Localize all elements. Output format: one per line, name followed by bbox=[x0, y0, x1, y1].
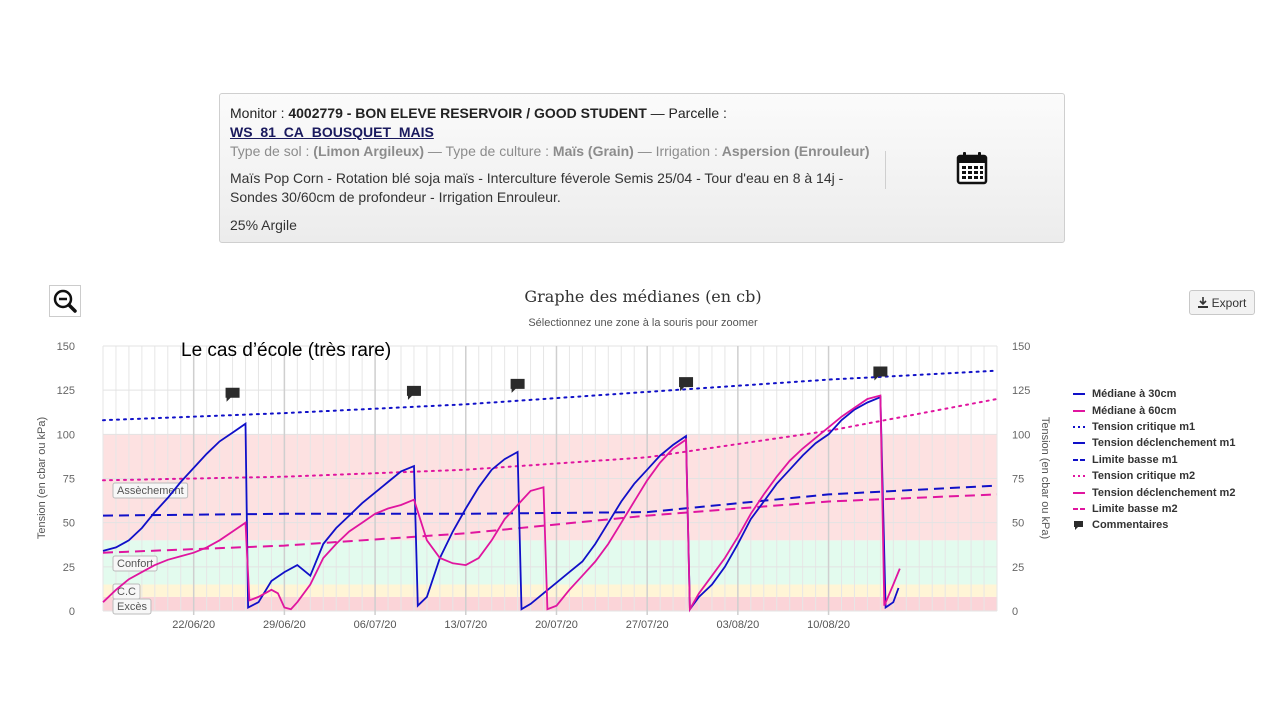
legend-item-5[interactable]: Tension critique m2 bbox=[1072, 468, 1235, 484]
legend-symbol-icon bbox=[1073, 409, 1085, 412]
y-tick-label-left: 100 bbox=[57, 429, 75, 441]
legend-item-8[interactable]: Commentaires bbox=[1072, 517, 1235, 533]
y-tick-label-right: 100 bbox=[1012, 429, 1030, 441]
legend-symbol-icon bbox=[1073, 425, 1085, 428]
y-tick-label-right: 150 bbox=[1012, 341, 1030, 353]
legend-symbol-icon bbox=[1073, 475, 1085, 478]
y-tick-label-left: 25 bbox=[63, 562, 75, 574]
x-tick-label: 10/08/20 bbox=[807, 619, 850, 631]
y-axis-title-left: Tension (en cbar ou kPa) bbox=[36, 417, 48, 539]
y-tick-label-left: 150 bbox=[57, 341, 75, 353]
y-tick-label-left: 0 bbox=[69, 606, 75, 618]
legend-symbol-icon bbox=[1073, 393, 1085, 396]
band-label-Excès: Excès bbox=[117, 601, 147, 613]
band-1 bbox=[103, 584, 997, 597]
x-tick-label: 06/07/20 bbox=[354, 619, 397, 631]
y-tick-label-left: 50 bbox=[63, 518, 75, 530]
y-tick-label-left: 125 bbox=[57, 385, 75, 397]
legend-item-4[interactable]: Limite basse m1 bbox=[1072, 452, 1235, 468]
y-tick-label-right: 25 bbox=[1012, 562, 1024, 574]
legend-item-7[interactable]: Limite basse m2 bbox=[1072, 501, 1235, 517]
chart-legend: Médiane à 30cm Médiane à 60cm Tension crit… bbox=[1072, 386, 1235, 534]
legend-label: Tension critique m1 bbox=[1092, 420, 1196, 433]
legend-label: Limite basse m2 bbox=[1092, 502, 1178, 515]
y-tick-label-left: 75 bbox=[63, 474, 75, 486]
y-tick-label-right: 125 bbox=[1012, 385, 1030, 397]
y-tick-label-right: 0 bbox=[1012, 606, 1018, 618]
legend-item-0[interactable]: Médiane à 30cm bbox=[1072, 386, 1235, 402]
legend-item-3[interactable]: Tension déclenchement m1 bbox=[1072, 435, 1235, 451]
legend-item-6[interactable]: Tension déclenchement m2 bbox=[1072, 484, 1235, 500]
x-tick-label: 29/06/20 bbox=[263, 619, 306, 631]
y-tick-label-right: 50 bbox=[1012, 518, 1024, 530]
legend-label: Commentaires bbox=[1092, 519, 1169, 532]
legend-label: Tension déclenchement m1 bbox=[1092, 437, 1236, 450]
x-tick-label: 22/06/20 bbox=[172, 619, 215, 631]
y-axis-title-right: Tension (en cbar ou kPa) bbox=[1039, 417, 1051, 539]
legend-symbol-icon bbox=[1073, 491, 1085, 494]
legend-label: Limite basse m1 bbox=[1092, 453, 1178, 466]
legend-symbol-icon bbox=[1074, 521, 1083, 531]
annotation-text: Le cas d’école (très rare) bbox=[181, 340, 392, 361]
x-tick-label: 03/08/20 bbox=[716, 619, 759, 631]
legend-label: Tension déclenchement m2 bbox=[1092, 486, 1236, 499]
x-tick-label: 13/07/20 bbox=[444, 619, 487, 631]
legend-symbol-icon bbox=[1073, 458, 1085, 461]
legend-item-1[interactable]: Médiane à 60cm bbox=[1072, 402, 1235, 418]
legend-symbol-icon bbox=[1073, 442, 1085, 445]
legend-label: Médiane à 30cm bbox=[1092, 388, 1177, 401]
legend-item-2[interactable]: Tension critique m1 bbox=[1072, 419, 1235, 435]
legend-label: Médiane à 60cm bbox=[1092, 404, 1177, 417]
y-tick-label-right: 75 bbox=[1012, 474, 1024, 486]
legend-symbol-icon bbox=[1073, 507, 1085, 510]
x-tick-label: 27/07/20 bbox=[626, 619, 669, 631]
legend-label: Tension critique m2 bbox=[1092, 470, 1196, 483]
x-tick-label: 20/07/20 bbox=[535, 619, 578, 631]
